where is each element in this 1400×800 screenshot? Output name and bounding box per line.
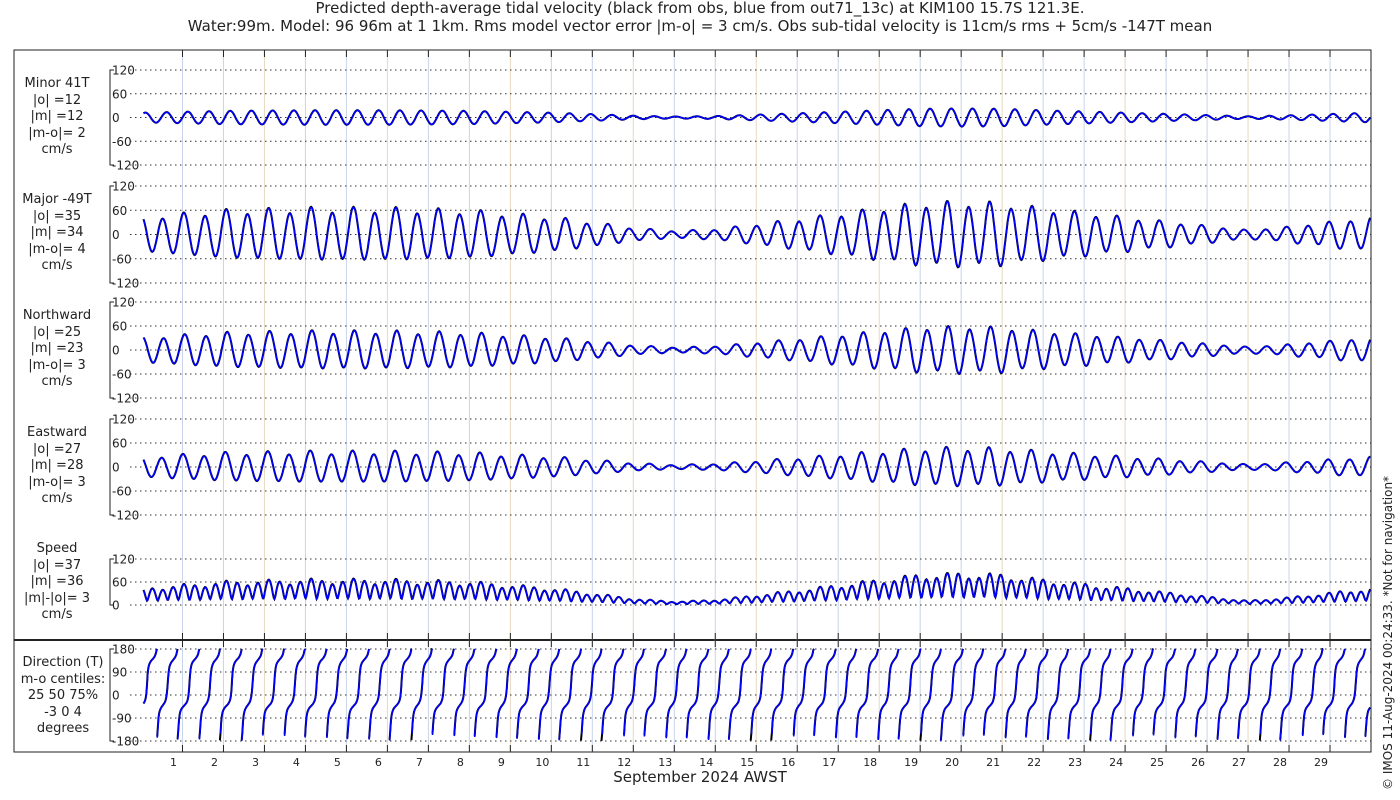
y-tick-label: -120 bbox=[112, 392, 139, 406]
x-tick-label: 23 bbox=[1068, 756, 1082, 769]
x-tick-label: 18 bbox=[863, 756, 877, 769]
x-tick-label: 3 bbox=[252, 756, 259, 769]
x-tick-label: 16 bbox=[781, 756, 795, 769]
x-tick-label: 14 bbox=[699, 756, 713, 769]
y-tick-label: 120 bbox=[112, 296, 135, 310]
y-tick-label: 120 bbox=[112, 64, 135, 78]
panel-east: 120 60 0 -60 -120 bbox=[109, 413, 1371, 523]
x-tick-label: 13 bbox=[658, 756, 672, 769]
panel-major: 120 60 0 -60 -120 bbox=[109, 180, 1372, 291]
x-tick-label: 25 bbox=[1150, 756, 1164, 769]
x-tick-label: 9 bbox=[498, 756, 505, 769]
x-tick-label: 11 bbox=[576, 756, 590, 769]
y-tick-label: -60 bbox=[112, 485, 132, 499]
x-tick-label: 27 bbox=[1232, 756, 1246, 769]
y-tick-label: 120 bbox=[112, 180, 135, 194]
panel-north: 120 60 0 -60 -120 bbox=[109, 296, 1372, 406]
y-tick-label: 60 bbox=[112, 204, 127, 218]
x-tick-label: 6 bbox=[375, 756, 382, 769]
y-tick-label: -90 bbox=[112, 712, 132, 726]
y-tick-label: 0 bbox=[112, 461, 120, 475]
major-model-series bbox=[142, 200, 1371, 268]
x-tick-label: 28 bbox=[1273, 756, 1287, 769]
speed-model-series bbox=[142, 572, 1371, 605]
x-tick-label: 26 bbox=[1191, 756, 1205, 769]
x-tick-label: 21 bbox=[986, 756, 1000, 769]
x-tick-label: 22 bbox=[1027, 756, 1041, 769]
y-tick-label: -60 bbox=[112, 135, 132, 149]
y-tick-label: -120 bbox=[112, 277, 139, 291]
y-tick-label: -120 bbox=[112, 159, 139, 173]
y-tick-label: 90 bbox=[112, 666, 127, 680]
y-tick-label: -120 bbox=[112, 509, 139, 523]
x-tick-label: 7 bbox=[416, 756, 423, 769]
y-tick-label: 120 bbox=[112, 413, 135, 427]
y-tick-label: 60 bbox=[112, 576, 127, 590]
y-tick-label: 0 bbox=[112, 344, 120, 358]
y-tick-label: 60 bbox=[112, 437, 127, 451]
panel-direction: 180 90 0 -90 -180 bbox=[109, 643, 1371, 749]
y-tick-label: 60 bbox=[112, 320, 127, 334]
x-tick-label: 12 bbox=[617, 756, 631, 769]
x-tick-label: 17 bbox=[822, 756, 836, 769]
x-tick-label: 20 bbox=[945, 756, 959, 769]
x-tick-label: 1 bbox=[170, 756, 177, 769]
y-tick-label: 0 bbox=[112, 111, 120, 125]
y-tick-label: 120 bbox=[112, 553, 135, 567]
y-tick-label: -180 bbox=[112, 735, 139, 749]
y-tick-label: -60 bbox=[112, 368, 132, 382]
y-tick-label: 60 bbox=[112, 87, 127, 101]
y-tick-label: 0 bbox=[112, 228, 120, 242]
y-tick-label: 0 bbox=[112, 599, 120, 613]
x-tick-label: 29 bbox=[1314, 756, 1328, 769]
x-tick-label: 5 bbox=[334, 756, 341, 769]
y-tick-label: -60 bbox=[112, 252, 132, 266]
x-tick-label: 10 bbox=[535, 756, 549, 769]
tidal-velocity-chart: 1 2 3 4 5 6 7 8 9 10 11 12 13 14 15 16 17 18 19 20 21 22 23 24 2… bbox=[13, 49, 1372, 769]
x-tick-label: 24 bbox=[1109, 756, 1123, 769]
upper-frame bbox=[13, 49, 1372, 641]
panel-minor: 120 60 0 -60 -120 bbox=[109, 64, 1371, 173]
x-tick-label: 19 bbox=[904, 756, 918, 769]
x-tick-label: 8 bbox=[457, 756, 464, 769]
x-tick-label: 2 bbox=[211, 756, 218, 769]
y-tick-label: 0 bbox=[112, 689, 120, 703]
north-model-series bbox=[142, 325, 1371, 375]
x-tick-label: 4 bbox=[293, 756, 300, 769]
x-tick-label: 15 bbox=[740, 756, 754, 769]
y-tick-label: 180 bbox=[112, 643, 135, 657]
panel-speed: 120 60 0 bbox=[109, 553, 1372, 613]
